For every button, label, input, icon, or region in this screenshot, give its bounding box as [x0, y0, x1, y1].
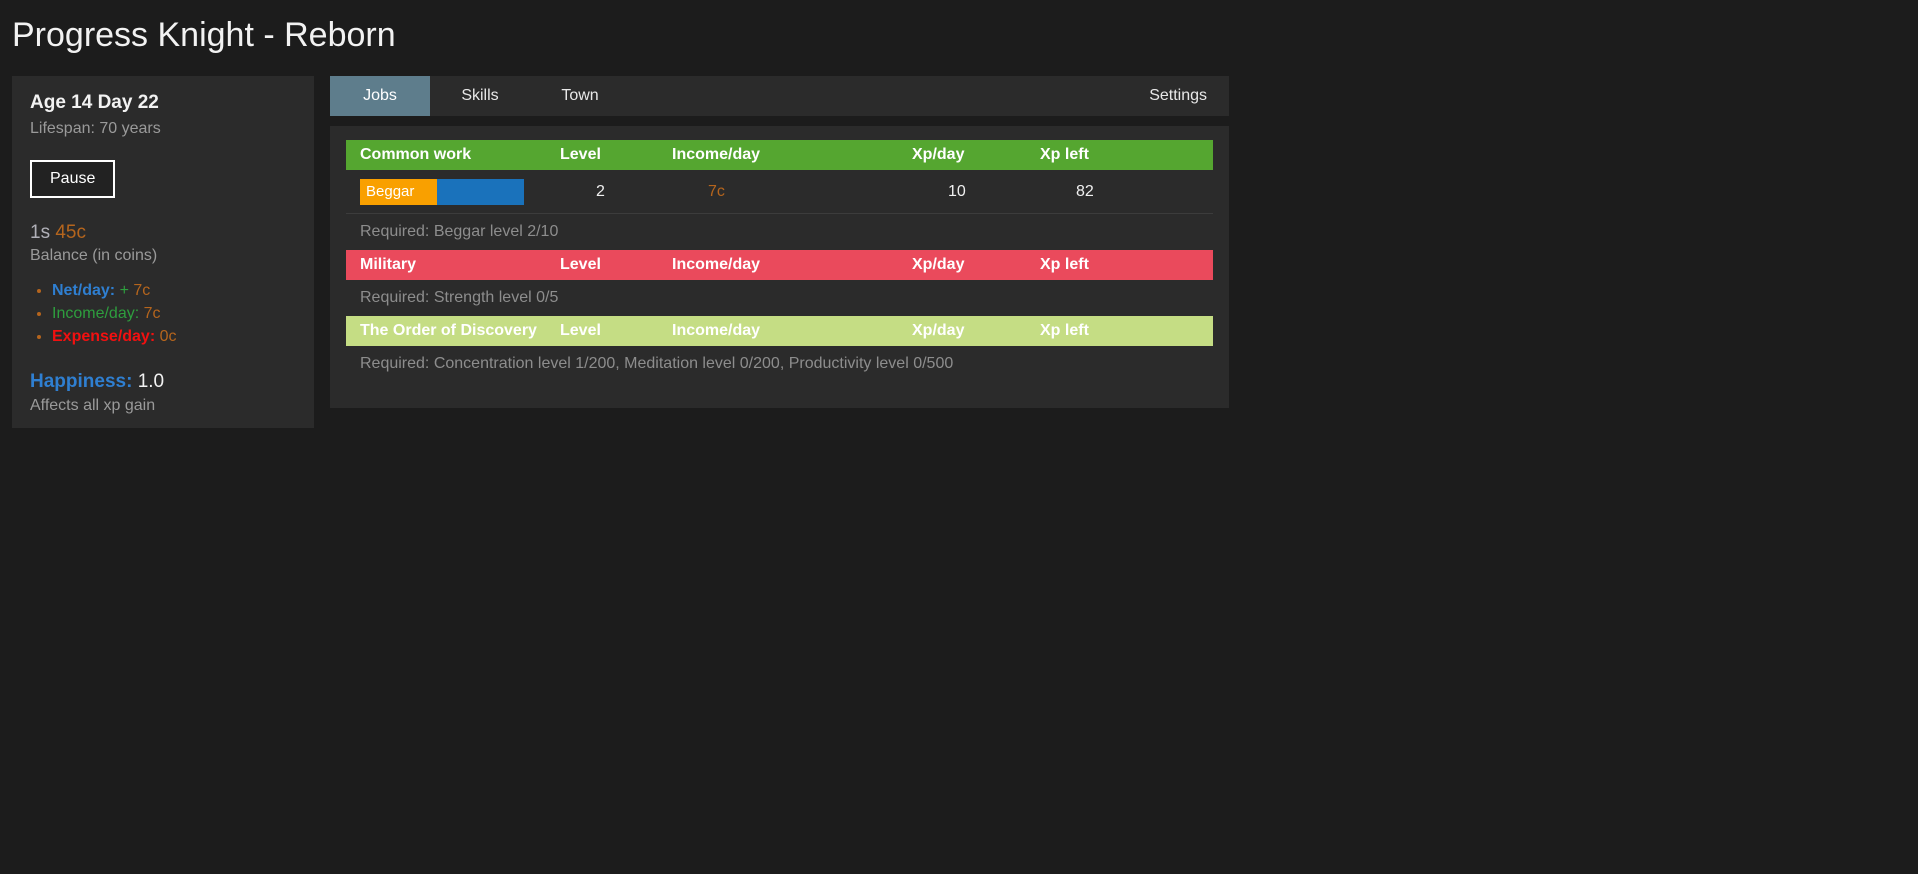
category-name: Common work — [360, 146, 472, 163]
job-row-beggar[interactable]: Beggar 2 7c 10 82 — [346, 170, 1213, 214]
column-header-level: Level — [560, 256, 601, 273]
net-sign: + — [119, 282, 129, 299]
category-header-military: Military Level Income/day Xp/day Xp left — [346, 250, 1213, 280]
tab-settings[interactable]: Settings — [1127, 76, 1229, 116]
column-header-xpleft: Xp left — [1040, 256, 1089, 273]
category-header-order-of-discovery: The Order of Discovery Level Income/day … — [346, 316, 1213, 346]
beggar-label: Beggar — [366, 182, 415, 200]
net-label: Net/day: — [52, 282, 116, 299]
category-name: The Order of Discovery — [360, 322, 537, 339]
category-header-common-work: Common work Level Income/day Xp/day Xp l… — [346, 140, 1213, 170]
column-header-xpday: Xp/day — [912, 146, 965, 163]
happiness-value: 1.0 — [137, 370, 165, 392]
stat-income-per-day: Income/day: 7c — [52, 302, 296, 325]
happiness-label: Happiness: — [30, 370, 133, 392]
beggar-income-value: 7c — [708, 182, 725, 200]
requirement-common-work: Required: Beggar level 2/10 — [360, 223, 559, 240]
jobs-panel: Common work Level Income/day Xp/day Xp l… — [330, 126, 1229, 408]
page-title: Progress Knight - Reborn — [12, 16, 396, 54]
tabbar-spacer — [630, 76, 1127, 116]
income-value: 7c — [143, 305, 161, 323]
balance-copper: 45c — [55, 222, 86, 243]
column-header-level: Level — [560, 322, 601, 339]
game-root: Progress Knight - Reborn Age 14 Day 22 L… — [0, 0, 1918, 874]
tab-town[interactable]: Town — [530, 76, 630, 116]
column-header-income: Income/day — [672, 256, 761, 273]
balance-amount: 1s 45c — [30, 222, 296, 244]
main-tabbar: Jobs Skills Town Settings — [330, 76, 1229, 116]
requirement-military: Required: Strength level 0/5 — [360, 289, 559, 306]
beggar-xpday-value: 10 — [948, 182, 966, 200]
column-header-income: Income/day — [672, 146, 761, 163]
tab-skills[interactable]: Skills — [430, 76, 530, 116]
daily-stats-list: Net/day: + 7c Income/day: 7c Expense/day… — [30, 279, 296, 349]
balance-silver: 1s — [30, 222, 51, 243]
income-label: Income/day: — [52, 305, 140, 323]
age-display: Age 14 Day 22 — [30, 92, 159, 113]
happiness-description: Affects all xp gain — [30, 396, 156, 414]
job-name-cell[interactable]: Beggar — [360, 178, 560, 205]
beggar-level-value: 2 — [596, 182, 605, 200]
expense-value: 0c — [159, 328, 177, 346]
beggar-xpleft-value: 82 — [1076, 182, 1094, 200]
happiness-display: Happiness: 1.0 — [30, 371, 296, 393]
lifespan-display: Lifespan: 70 years — [30, 120, 161, 137]
pause-button[interactable]: Pause — [30, 160, 116, 198]
column-header-xpleft: Xp left — [1040, 322, 1089, 339]
column-header-xpday: Xp/day — [912, 256, 965, 273]
balance-label: Balance (in coins) — [30, 247, 158, 264]
category-name: Military — [360, 256, 417, 273]
tab-jobs[interactable]: Jobs — [330, 76, 430, 116]
stat-net-per-day: Net/day: + 7c — [52, 279, 296, 302]
expense-label: Expense/day: — [52, 328, 156, 346]
stat-expense-per-day: Expense/day: 0c — [52, 325, 296, 348]
column-header-income: Income/day — [672, 322, 761, 339]
column-header-xpday: Xp/day — [912, 322, 965, 339]
column-header-level: Level — [560, 146, 601, 163]
requirement-order-of-discovery: Required: Concentration level 1/200, Med… — [360, 355, 954, 372]
net-value: 7c — [133, 282, 151, 299]
status-sidebar: Age 14 Day 22 Lifespan: 70 years Pause 1… — [12, 76, 314, 428]
column-header-xpleft: Xp left — [1040, 146, 1089, 163]
beggar-progress-bar[interactable]: Beggar — [360, 178, 524, 205]
